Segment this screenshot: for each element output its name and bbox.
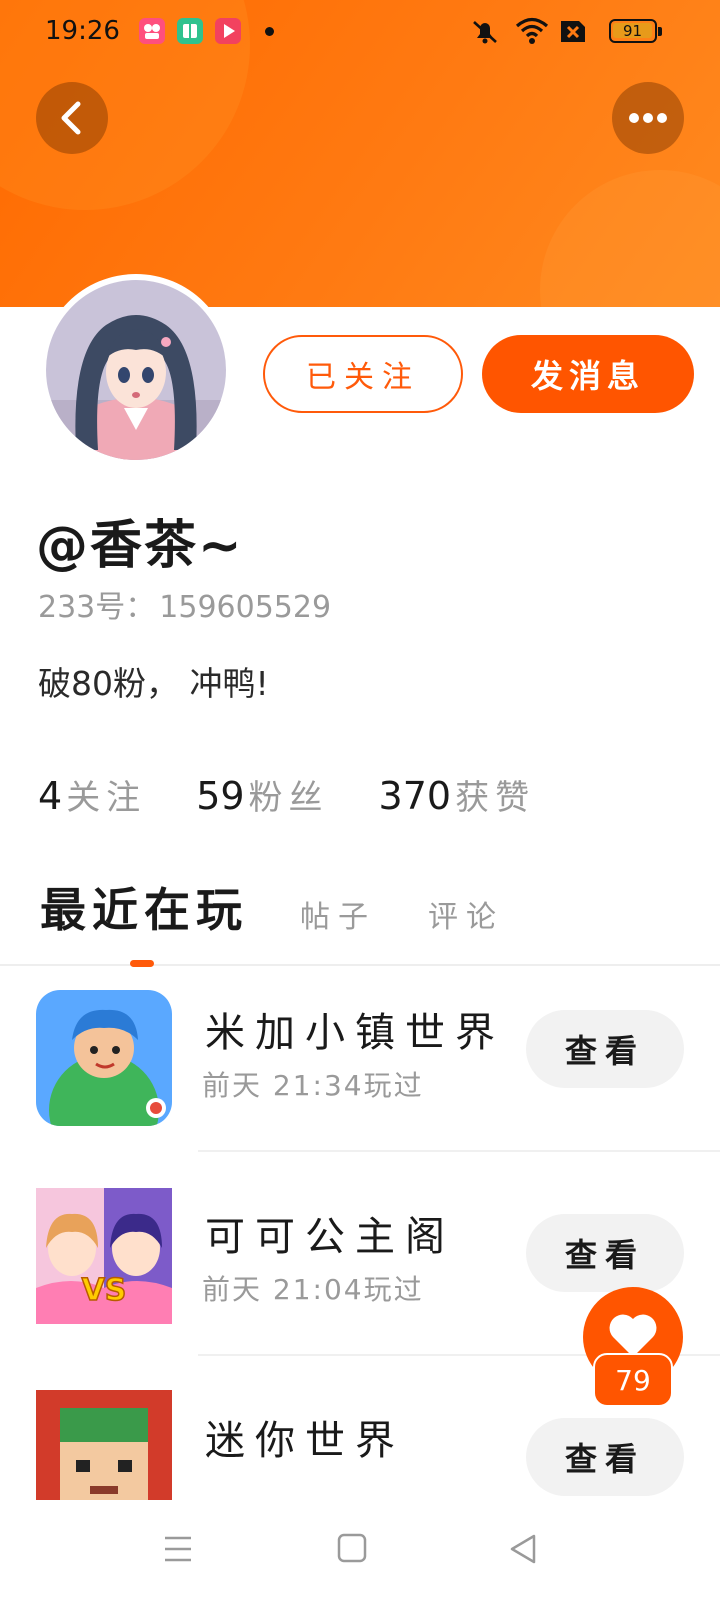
home-square-icon[interactable] — [337, 1532, 367, 1566]
stat-value: 370 — [378, 774, 452, 818]
chevron-left-icon — [61, 101, 81, 135]
back-button[interactable] — [36, 82, 108, 154]
last-played-time: 前天 21:34玩过 — [202, 1069, 424, 1102]
profile-stats: 4 关注 59 粉丝 370 获赞 — [38, 770, 585, 819]
stat-label: 粉丝 — [248, 778, 329, 818]
game-name: 迷你世界 — [205, 1418, 405, 1464]
last-played-time: 前天 21:04玩过 — [202, 1273, 424, 1306]
list-item[interactable]: 米加小镇世界 前天 21:34玩过 查看 — [0, 968, 720, 1176]
user-id-label: 233号： — [38, 590, 156, 625]
like-count-badge: 79 — [593, 1353, 673, 1407]
user-id-row: 233号： 159605529 — [38, 582, 335, 626]
battery-level: 91 — [622, 22, 643, 40]
tab-posts[interactable]: 帖子 — [300, 892, 376, 936]
send-message-button[interactable]: 发消息 — [482, 335, 694, 413]
more-dots-icon — [629, 113, 667, 123]
username: @香茶~ — [36, 516, 244, 576]
menu-icon[interactable] — [163, 1532, 193, 1566]
svg-text:VS: VS — [82, 1273, 127, 1308]
active-tab-indicator — [130, 960, 154, 967]
wifi-icon — [515, 17, 549, 44]
no-sim-icon — [561, 21, 585, 42]
tab-recently-played[interactable]: 最近在玩 — [40, 874, 248, 940]
battery-icon: 91 — [609, 19, 662, 43]
more-notifications-dot — [265, 27, 274, 36]
profile-header-banner: 19:26 91 — [0, 0, 720, 307]
status-time: 19:26 — [45, 16, 120, 46]
stat-value: 59 — [196, 774, 245, 818]
mute-icon — [473, 21, 497, 44]
view-game-button[interactable]: 查看 — [526, 1418, 684, 1496]
book-app-notification-icon — [177, 18, 203, 44]
status-bar: 19:26 91 — [0, 0, 720, 64]
anime-girl-avatar-image — [46, 280, 226, 460]
divider — [198, 1150, 720, 1152]
stat-likes[interactable]: 370 获赞 — [379, 770, 536, 819]
view-game-button[interactable]: 查看 — [526, 1214, 684, 1292]
user-id-value[interactable]: 159605529 — [159, 590, 331, 625]
banner-glow — [540, 170, 720, 307]
back-triangle-icon[interactable] — [508, 1532, 538, 1566]
game-name: 米加小镇世界 — [205, 1010, 505, 1056]
system-navigation-bar — [0, 1500, 720, 1600]
stat-followers[interactable]: 59 粉丝 — [196, 770, 328, 819]
stat-label: 获赞 — [455, 778, 536, 818]
more-options-button[interactable] — [612, 82, 684, 154]
user-bio: 破80粉， 冲鸭! — [38, 664, 269, 703]
princess-vs-icon: VS — [36, 1188, 172, 1324]
tab-comments[interactable]: 评论 — [428, 892, 504, 936]
mini-world-icon — [36, 1390, 172, 1500]
stat-label: 关注 — [66, 778, 147, 818]
town-world-icon — [36, 990, 172, 1126]
video-app-notification-icon — [139, 18, 165, 44]
stat-following[interactable]: 4 关注 — [38, 770, 146, 819]
profile-tabs: 最近在玩 帖子 评论 — [0, 860, 720, 966]
avatar[interactable] — [40, 274, 232, 466]
followed-button[interactable]: 已关注 — [263, 335, 463, 413]
stat-value: 4 — [38, 774, 63, 818]
game-name: 可可公主阁 — [205, 1214, 455, 1260]
view-game-button[interactable]: 查看 — [526, 1010, 684, 1088]
recently-played-list: 米加小镇世界 前天 21:34玩过 查看 VS 可可公主阁 前天 21:04玩过… — [0, 968, 720, 1500]
play-app-notification-icon — [215, 18, 241, 44]
